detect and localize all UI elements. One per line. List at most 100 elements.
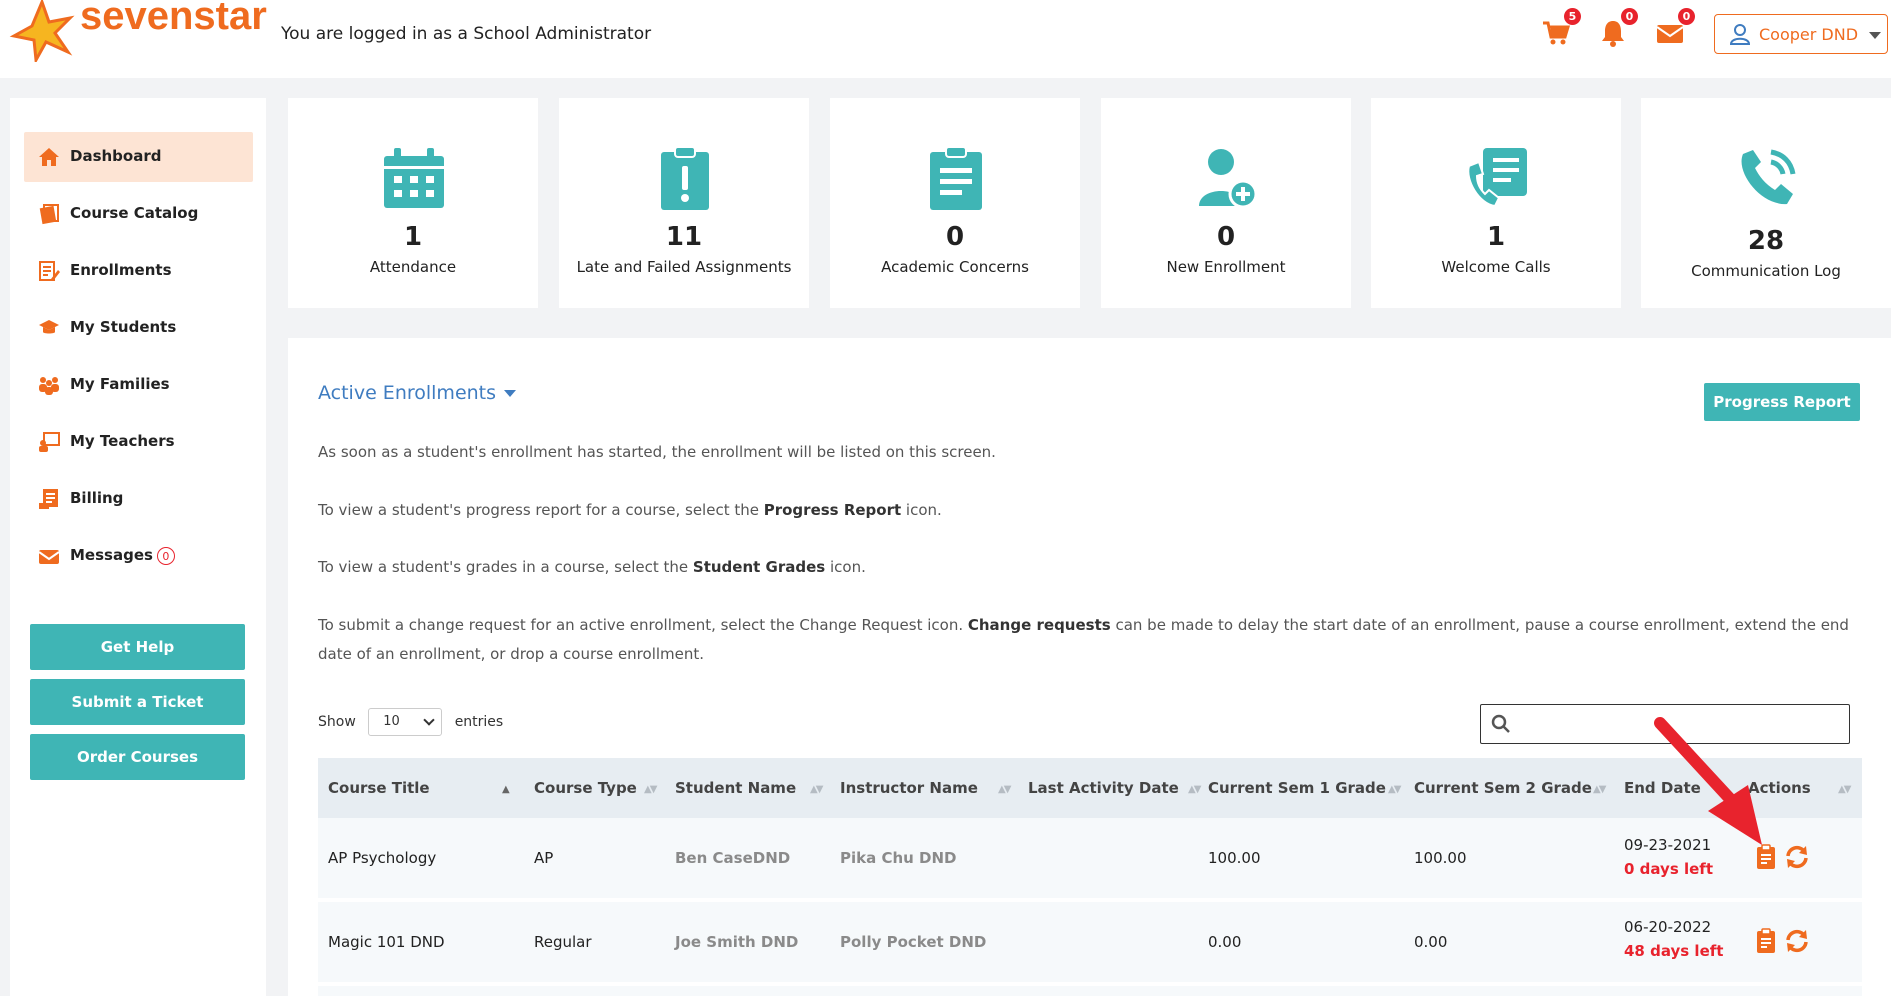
brand-name: sevenstar: [80, 0, 267, 38]
sidebar-item-dashboard[interactable]: Dashboard: [24, 132, 253, 182]
phone-list-icon: [1467, 148, 1527, 208]
progress-report-icon[interactable]: [1754, 928, 1780, 954]
catalog-icon: [39, 204, 59, 225]
sidebar-item-my-students[interactable]: My Students: [24, 303, 253, 353]
column-instructor-name[interactable]: Instructor Name: [840, 758, 978, 818]
column-course-type[interactable]: Course Type: [534, 758, 637, 818]
sidebar-item-messages[interactable]: Messages 0: [24, 531, 253, 581]
user-name: Cooper DND: [1759, 25, 1859, 44]
new-enrollment-count: 0: [1216, 222, 1236, 252]
user-menu-button[interactable]: Cooper DND: [1714, 14, 1888, 54]
welcome-calls-card[interactable]: 1 Welcome Calls: [1371, 98, 1621, 308]
chevron-down-icon: [423, 714, 435, 726]
order-courses-button[interactable]: Order Courses: [30, 734, 245, 780]
sidebar-item-label: Messages 0: [70, 546, 175, 565]
info-text: To view a student's grades in a course, …: [318, 558, 693, 576]
new-enrollment-card[interactable]: 0 New Enrollment: [1101, 98, 1351, 308]
attendance-card[interactable]: 1 Attendance: [288, 98, 538, 308]
column-last-activity-date[interactable]: Last Activity Date: [1028, 758, 1179, 818]
sidebar-item-label: Course Catalog: [70, 204, 199, 222]
days-left-label: 48 days left: [1624, 942, 1724, 960]
sort-icon[interactable]: ▲▼: [644, 784, 657, 795]
info-text: To view a student's progress report for …: [318, 501, 764, 519]
instructor-name-link[interactable]: Polly Pocket DND: [840, 933, 986, 951]
sort-icon[interactable]: ▲▼: [998, 784, 1011, 795]
teacher-icon: [39, 432, 60, 452]
sort-asc-icon[interactable]: ▲: [502, 784, 510, 795]
entries-value: 10: [383, 714, 400, 729]
sem1-grade-cell: 100.00: [1208, 849, 1261, 867]
late-failed-count: 11: [665, 222, 703, 252]
course-type-cell: AP: [534, 849, 554, 867]
change-request-icon[interactable]: [1784, 844, 1810, 870]
cart-count-badge: 5: [1564, 8, 1581, 25]
sevenstar-logo[interactable]: sevenstar: [6, 0, 267, 65]
sidebar-item-enrollments[interactable]: Enrollments: [24, 246, 253, 296]
table-row: Magic 101 DND Regular Joe Smith DND Poll…: [318, 902, 1862, 982]
change-request-icon[interactable]: [1784, 928, 1810, 954]
active-enrollments-panel: Active Enrollments Progress Report As so…: [288, 338, 1891, 996]
cart-button[interactable]: 5: [1541, 8, 1581, 52]
column-sem2-grade[interactable]: Current Sem 2 Grade: [1414, 758, 1592, 818]
instructor-name-link[interactable]: Pika Chu DND: [840, 849, 957, 867]
table-header: Course Title ▲ Course Type ▲▼ Student Na…: [318, 758, 1862, 818]
sem2-grade-cell: 0.00: [1414, 933, 1448, 951]
student-name-link[interactable]: Joe Smith DND: [675, 933, 798, 951]
info-paragraph: To view a student's grades in a course, …: [318, 553, 1878, 582]
messages-label: Messages: [70, 546, 153, 564]
column-student-name[interactable]: Student Name: [675, 758, 796, 818]
sidebar-item-course-catalog[interactable]: Course Catalog: [24, 189, 253, 239]
calendar-icon: [384, 148, 444, 208]
sidebar-item-label: My Students: [70, 318, 177, 336]
sort-icon[interactable]: ▲▼: [1838, 784, 1851, 795]
billing-icon: [39, 489, 58, 509]
clipboard-alert-icon: [661, 146, 709, 210]
mail-count-badge: 0: [1678, 8, 1695, 25]
active-enrollments-title: Active Enrollments: [318, 382, 497, 404]
sort-icon[interactable]: ▲▼: [1388, 784, 1401, 795]
sidebar-item-my-teachers[interactable]: My Teachers: [24, 417, 253, 467]
welcome-calls-count: 1: [1486, 222, 1506, 252]
sidebar-item-my-families[interactable]: My Families: [24, 360, 253, 410]
info-bold: Student Grades: [692, 558, 826, 576]
info-paragraph: To view a student's progress report for …: [318, 496, 1878, 525]
communication-log-label: Communication Log: [1691, 262, 1841, 280]
progress-report-button[interactable]: Progress Report: [1704, 383, 1860, 421]
sort-icon[interactable]: ▲▼: [1593, 784, 1606, 795]
sem2-grade-cell: 100.00: [1414, 849, 1467, 867]
info-text: icon.: [825, 558, 866, 576]
mail-button[interactable]: 0: [1655, 8, 1695, 52]
late-failed-assignments-card[interactable]: 11 Late and Failed Assignments: [559, 98, 809, 308]
user-icon: [1729, 24, 1751, 45]
course-title-cell: AP Psychology: [328, 849, 437, 867]
entries-select[interactable]: 10: [368, 708, 443, 736]
column-sem1-grade[interactable]: Current Sem 1 Grade: [1208, 758, 1386, 818]
entries-control: Show 10 entries: [318, 708, 503, 736]
chevron-down-icon: [1869, 32, 1881, 39]
active-enrollments-dropdown[interactable]: Active Enrollments: [318, 382, 517, 404]
enrollment-icon: [39, 261, 60, 281]
sidebar-item-billing[interactable]: Billing: [24, 474, 253, 524]
sidebar-item-label: My Families: [70, 375, 170, 393]
student-name-link[interactable]: Ben CaseDND: [675, 849, 790, 867]
get-help-button[interactable]: Get Help: [30, 624, 245, 670]
show-label: Show: [318, 714, 356, 730]
sort-icon[interactable]: ▲▼: [810, 784, 823, 795]
info-bold: Progress Report: [763, 501, 902, 519]
days-left-label: 0 days left: [1624, 860, 1713, 878]
late-failed-label: Late and Failed Assignments: [576, 258, 792, 276]
academic-concerns-count: 0: [945, 222, 965, 252]
notifications-button[interactable]: 0: [1598, 8, 1638, 52]
info-text: icon.: [901, 501, 942, 519]
column-course-title[interactable]: Course Title: [328, 758, 430, 818]
academic-concerns-card[interactable]: 0 Academic Concerns: [830, 98, 1080, 308]
sort-icon[interactable]: ▲▼: [1188, 784, 1201, 795]
submit-ticket-button[interactable]: Submit a Ticket: [30, 679, 245, 725]
end-date-cell: 06-20-2022: [1624, 918, 1712, 936]
family-icon: [39, 377, 59, 395]
academic-concerns-label: Academic Concerns: [881, 258, 1029, 276]
sidebar-item-label: Dashboard: [70, 147, 162, 165]
graduation-cap-icon: [39, 320, 59, 334]
communication-log-card[interactable]: 28 Communication Log: [1641, 98, 1891, 308]
communication-log-count: 28: [1747, 226, 1785, 256]
